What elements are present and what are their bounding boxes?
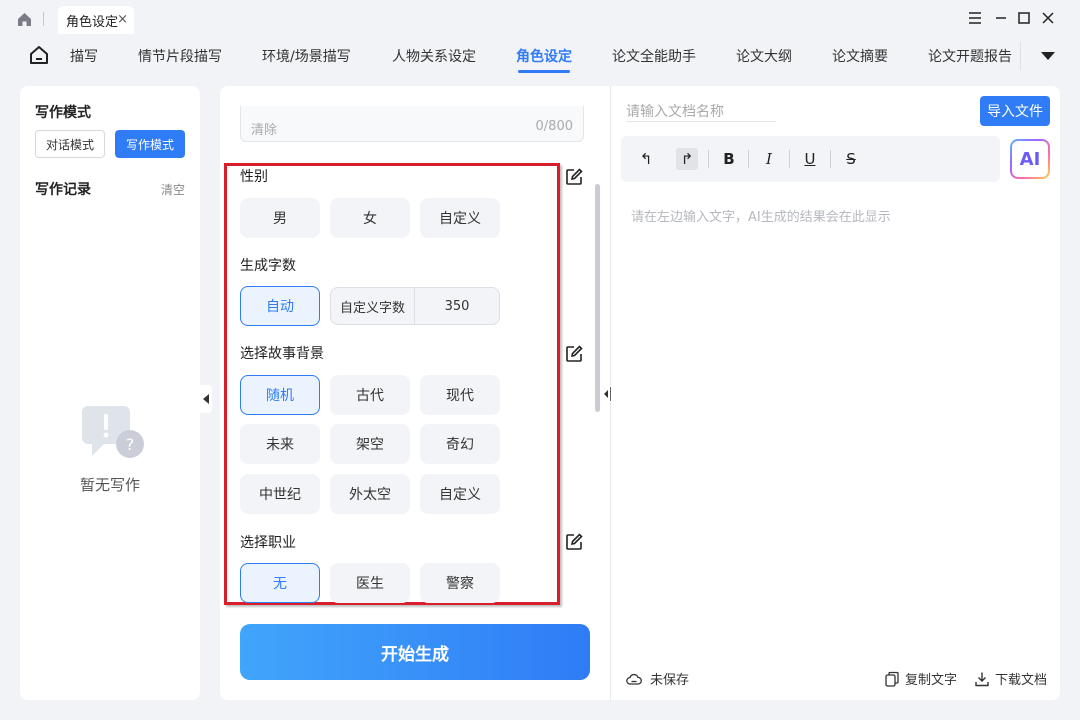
home-icon[interactable] [16,11,33,28]
save-status-text: 未保存 [650,673,690,688]
minimize-icon[interactable] [991,8,1011,28]
menu-icon[interactable] [965,8,985,28]
wordcount-label: 生成字数 [240,258,296,274]
title-bar: 角色设定 × [0,0,1080,38]
divider [789,150,790,168]
sidebar: 写作模式 对话模式 写作模式 写作记录 清空 ? 暂无写作 [20,86,200,700]
gender-option[interactable]: 女 [330,198,410,238]
edit-icon[interactable] [565,533,583,551]
background-option[interactable]: 外太空 [330,474,410,514]
background-option[interactable]: 未来 [240,424,320,464]
strikethrough-button[interactable]: S [840,148,862,170]
undo-icon[interactable]: ↰ [635,148,657,170]
background-option[interactable]: 奇幻 [420,424,500,464]
divider [830,150,831,168]
tab-character-setting[interactable]: 角色设定 [516,46,572,66]
save-status: 未保存 [626,669,689,688]
underline-button[interactable]: U [799,148,821,170]
background-option[interactable]: 古代 [330,375,410,415]
divider [1020,42,1021,70]
divider [748,150,749,168]
job-option[interactable]: 无 [240,563,320,603]
gender-label: 性别 [240,169,268,185]
close-icon[interactable] [1038,8,1058,28]
document-tab-title: 角色设定 [66,14,119,30]
tab-paper-outline[interactable]: 论文大纲 [736,46,792,66]
tab-paper-abstract[interactable]: 论文摘要 [832,46,888,66]
collapse-sidebar-button[interactable] [200,385,212,413]
custom-wordcount-input[interactable]: 350 [415,288,499,324]
background-option[interactable]: 自定义 [420,474,500,514]
tab-describe[interactable]: 描写 [70,46,98,66]
char-count: 0/800 [535,119,573,134]
mode-title: 写作模式 [35,105,91,121]
content-textarea[interactable]: 清除 0/800 [240,106,584,142]
gender-option[interactable]: 自定义 [420,198,500,238]
empty-state-icon: ? [82,406,144,458]
edit-icon[interactable] [565,168,583,186]
document-tab[interactable]: 角色设定 × [58,6,134,34]
download-label: 下载文档 [995,673,1048,688]
bold-button[interactable]: B [718,148,740,170]
import-file-button[interactable]: 导入文件 [980,96,1050,126]
tab-plot-segment[interactable]: 情节片段描写 [138,46,222,66]
maximize-icon[interactable] [1014,8,1034,28]
records-title: 写作记录 [35,182,91,198]
tab-close-icon[interactable]: × [117,12,128,27]
download-icon [975,672,989,686]
copy-text-label: 复制文字 [905,673,958,688]
empty-state-text: 暂无写作 [79,476,140,494]
wordcount-auto-option[interactable]: 自动 [240,286,320,326]
italic-button[interactable]: I [758,148,780,170]
copy-icon [885,671,899,687]
redo-icon[interactable]: ↱ [676,148,698,170]
download-button[interactable]: 下载文档 [974,669,1047,688]
dialog-mode-button[interactable]: 对话模式 [35,130,105,158]
ai-label: AI [1012,141,1048,177]
svg-text:?: ? [126,435,135,454]
job-option[interactable]: 医生 [330,563,410,603]
settings-panel: 清除 0/800 性别 男 女 自定义 生成字数 自动 自定义字数 350 选择… [220,86,610,700]
divider [43,12,44,26]
tab-relationship[interactable]: 人物关系设定 [392,46,476,66]
cloud-icon [626,673,642,685]
tab-proposal-report[interactable]: 论文开题报告 [928,46,1012,66]
editor-placeholder[interactable]: 请在左边输入文字，AI生成的结果会在此显示 [631,206,891,225]
feature-tabs: 描写 情节片段描写 环境/场景描写 人物关系设定 角色设定 论文全能助手 论文大… [0,38,1080,78]
custom-wordcount-label: 自定义字数 [331,288,415,324]
format-toolbar: ↰ ↱ B I U S [621,136,1000,182]
textarea-clear-button[interactable]: 清除 [251,119,277,138]
copy-text-button[interactable]: 复制文字 [884,669,957,688]
background-option[interactable]: 随机 [240,375,320,415]
job-option[interactable]: 警察 [420,563,500,603]
generate-button[interactable]: 开始生成 [240,624,590,680]
tab-scene[interactable]: 环境/场景描写 [262,46,351,66]
editor-panel: 请输入文档名称 导入文件 ↰ ↱ B I U S AI 请在左边输入文字，AI生… [611,86,1060,700]
background-option[interactable]: 架空 [330,424,410,464]
custom-wordcount-field[interactable]: 自定义字数 350 [330,287,500,325]
tab-paper-assistant[interactable]: 论文全能助手 [612,46,696,66]
background-option[interactable]: 中世纪 [240,474,320,514]
edit-icon[interactable] [565,345,583,363]
ai-button[interactable]: AI [1010,139,1050,179]
background-option[interactable]: 现代 [420,375,500,415]
panel-scrollbar[interactable] [595,184,600,412]
background-label: 选择故事背景 [240,346,324,362]
gender-option[interactable]: 男 [240,198,320,238]
job-label: 选择职业 [240,535,296,551]
clear-records-button[interactable]: 清空 [161,181,185,198]
home-tab-icon[interactable] [28,44,50,66]
more-tabs-icon[interactable] [1041,52,1055,60]
writing-mode-button[interactable]: 写作模式 [115,130,185,158]
divider [708,150,709,168]
active-tab-underline [518,70,570,73]
document-name-input[interactable]: 请输入文档名称 [626,96,776,122]
